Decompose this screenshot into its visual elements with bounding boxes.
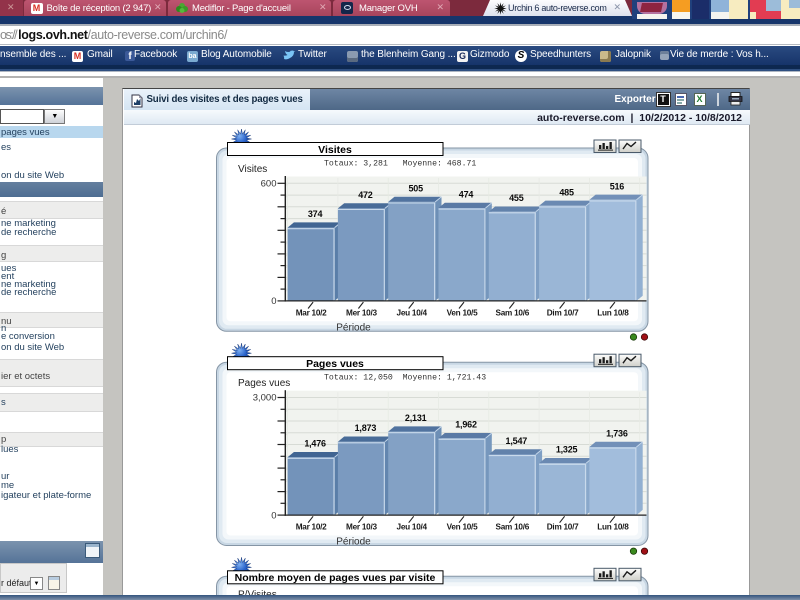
svg-text:Nombre moyen de pages vues par: Nombre moyen de pages vues par visite	[235, 572, 436, 584]
svg-text:1,547: 1,547	[506, 436, 528, 446]
svg-text:505: 505	[408, 183, 423, 193]
svg-text:Mer 10/3: Mer 10/3	[346, 308, 377, 317]
svg-text:485: 485	[559, 187, 574, 197]
svg-text:374: 374	[308, 209, 323, 219]
svg-text:3,000: 3,000	[253, 393, 277, 404]
svg-text:Jeu 10/4: Jeu 10/4	[397, 308, 428, 317]
svg-text:1,325: 1,325	[556, 445, 578, 455]
svg-text:Dim 10/7: Dim 10/7	[547, 523, 579, 532]
svg-text:Totaux: 3,281 Moyenne: 468.7: Totaux: 3,281 Moyenne: 468.71	[324, 160, 476, 169]
svg-text:Sam 10/6: Sam 10/6	[496, 523, 530, 532]
svg-text:Pages vues: Pages vues	[238, 378, 290, 389]
svg-text:Dim 10/7: Dim 10/7	[547, 308, 579, 317]
svg-text:0: 0	[271, 510, 276, 521]
svg-text:472: 472	[358, 190, 373, 200]
svg-text:2,131: 2,131	[405, 413, 427, 423]
svg-text:Lun 10/8: Lun 10/8	[597, 523, 629, 532]
svg-text:0: 0	[271, 296, 276, 307]
svg-text:Ven 10/5: Ven 10/5	[447, 523, 478, 532]
svg-text:Jeu 10/4: Jeu 10/4	[397, 523, 428, 532]
svg-text:600: 600	[261, 179, 277, 190]
svg-text:Période: Période	[336, 537, 371, 548]
svg-text:1,873: 1,873	[355, 423, 377, 433]
svg-text:Lun 10/8: Lun 10/8	[597, 308, 629, 317]
svg-text:Mar 10/2: Mar 10/2	[296, 523, 327, 532]
svg-text:Visites: Visites	[318, 144, 352, 156]
svg-text:Sam 10/6: Sam 10/6	[496, 308, 530, 317]
svg-text:455: 455	[509, 193, 524, 203]
svg-text:Ven 10/5: Ven 10/5	[447, 308, 478, 317]
svg-text:516: 516	[610, 181, 625, 191]
svg-text:Totaux: 12,050 Moyenne: 1,721: Totaux: 12,050 Moyenne: 1,721.43	[324, 374, 486, 383]
svg-text:Période: Période	[336, 323, 371, 334]
svg-text:Mar 10/2: Mar 10/2	[296, 308, 327, 317]
svg-text:1,476: 1,476	[304, 439, 326, 449]
svg-text:Visites: Visites	[238, 164, 267, 175]
svg-text:Mer 10/3: Mer 10/3	[346, 523, 377, 532]
svg-text:1,736: 1,736	[606, 429, 628, 439]
svg-text:474: 474	[459, 190, 474, 200]
svg-text:Pages vues: Pages vues	[306, 358, 364, 370]
svg-text:1,962: 1,962	[455, 420, 477, 430]
